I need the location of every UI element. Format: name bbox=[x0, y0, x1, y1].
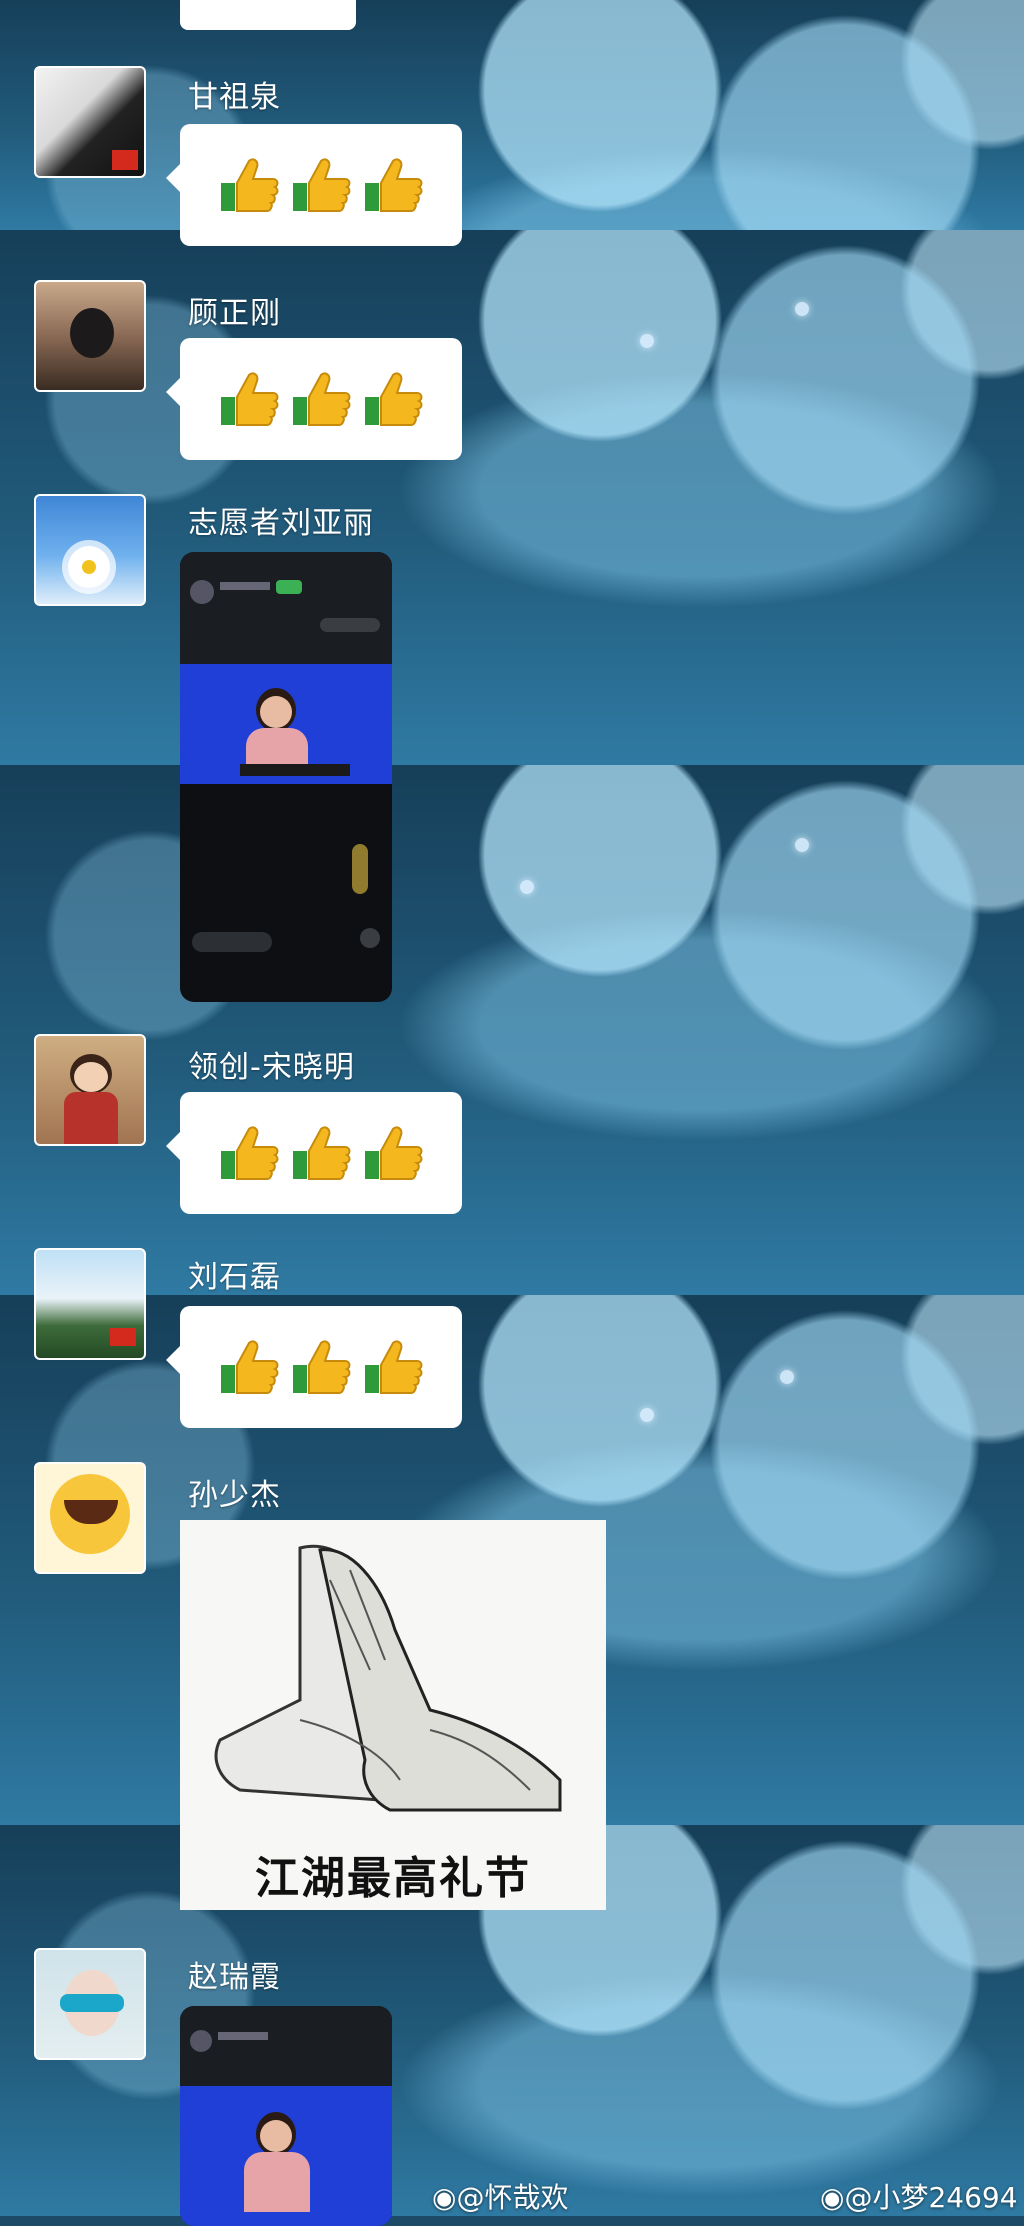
thumbs-up-icon bbox=[221, 158, 279, 212]
background-dot bbox=[640, 1408, 654, 1422]
sender-name: 孙少杰 bbox=[188, 1478, 281, 1513]
weibo-icon: ◉ bbox=[820, 2181, 845, 2214]
meme-caption: 江湖最高礼节 bbox=[255, 1853, 531, 1904]
avatar[interactable] bbox=[34, 1034, 146, 1146]
background-band bbox=[0, 765, 1024, 1295]
live-stream-screenshot[interactable] bbox=[180, 2006, 392, 2226]
thumbs-up-icon bbox=[221, 1126, 279, 1180]
thumbs-up-icon bbox=[365, 158, 423, 212]
clasped-hands-drawing bbox=[214, 1544, 562, 1812]
thumbs-message-bubble[interactable] bbox=[166, 1092, 462, 1214]
avatar[interactable] bbox=[34, 280, 146, 392]
thumbs-up-icon bbox=[293, 1126, 351, 1180]
thumbs-up-icon bbox=[293, 1340, 351, 1394]
watermark-text: @怀哉欢 bbox=[456, 2181, 569, 2214]
sender-name: 领创-宋晓明 bbox=[188, 1050, 355, 1085]
thumbs-up-icon bbox=[365, 1126, 423, 1180]
message-bubble-partial[interactable] bbox=[180, 0, 356, 30]
weibo-watermark: ◉@怀哉欢 bbox=[432, 2176, 568, 2216]
sender-name: 刘石磊 bbox=[188, 1260, 281, 1295]
background-band bbox=[0, 230, 1024, 765]
background-band bbox=[0, 0, 1024, 230]
weibo-icon: ◉ bbox=[432, 2181, 457, 2214]
avatar[interactable] bbox=[34, 494, 146, 606]
weibo-watermark: ◉@小梦24694 bbox=[820, 2176, 1018, 2216]
avatar[interactable] bbox=[34, 1248, 146, 1360]
background-dot bbox=[780, 1370, 794, 1384]
avatar[interactable] bbox=[34, 1948, 146, 2060]
watermark-text: @小梦24694 bbox=[844, 2181, 1018, 2214]
thumbs-up-icon bbox=[221, 372, 279, 426]
avatar[interactable] bbox=[34, 1462, 146, 1574]
background-dot bbox=[640, 334, 654, 348]
sender-name: 顾正刚 bbox=[188, 296, 281, 331]
thumbs-up-icon bbox=[221, 1340, 279, 1394]
thumbs-message-bubble[interactable] bbox=[166, 124, 462, 246]
sender-name: 志愿者刘亚丽 bbox=[188, 506, 374, 541]
thumbs-up-icon bbox=[365, 1340, 423, 1394]
background-dot bbox=[795, 302, 809, 316]
background-dot bbox=[795, 838, 809, 852]
thumbs-up-icon bbox=[365, 372, 423, 426]
thumbs-message-bubble[interactable] bbox=[166, 338, 462, 460]
live-stream-screenshot[interactable] bbox=[180, 552, 392, 1002]
thumbs-up-icon bbox=[293, 158, 351, 212]
avatar[interactable] bbox=[34, 66, 146, 178]
sender-name: 甘祖泉 bbox=[188, 80, 281, 115]
thumbs-up-icon bbox=[293, 372, 351, 426]
background-dot bbox=[520, 880, 534, 894]
sender-name: 赵瑞霞 bbox=[188, 1960, 281, 1995]
meme-image[interactable]: 江湖最高礼节 bbox=[180, 1520, 606, 1910]
thumbs-message-bubble[interactable] bbox=[166, 1306, 462, 1428]
